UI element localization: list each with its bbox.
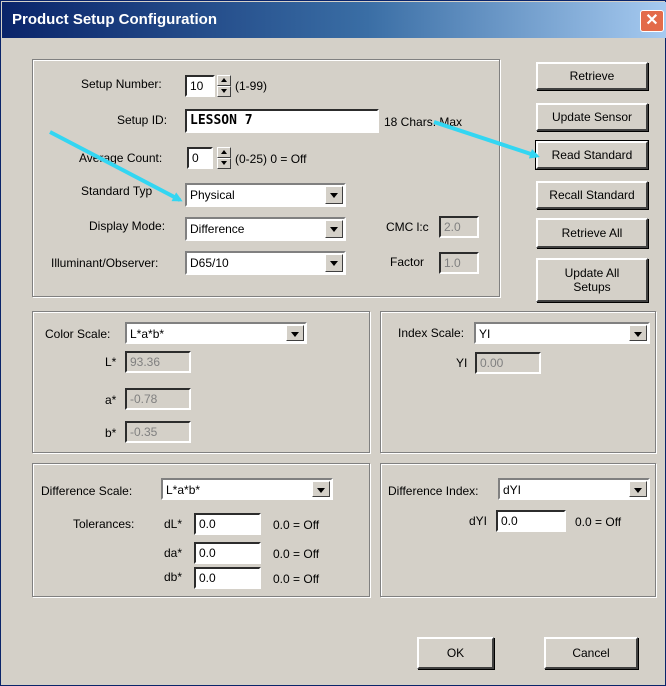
annotation-arrow-read-standard	[433, 120, 540, 159]
annotation-arrow-standard-type	[49, 130, 183, 202]
annotation-arrows	[49, 120, 540, 202]
